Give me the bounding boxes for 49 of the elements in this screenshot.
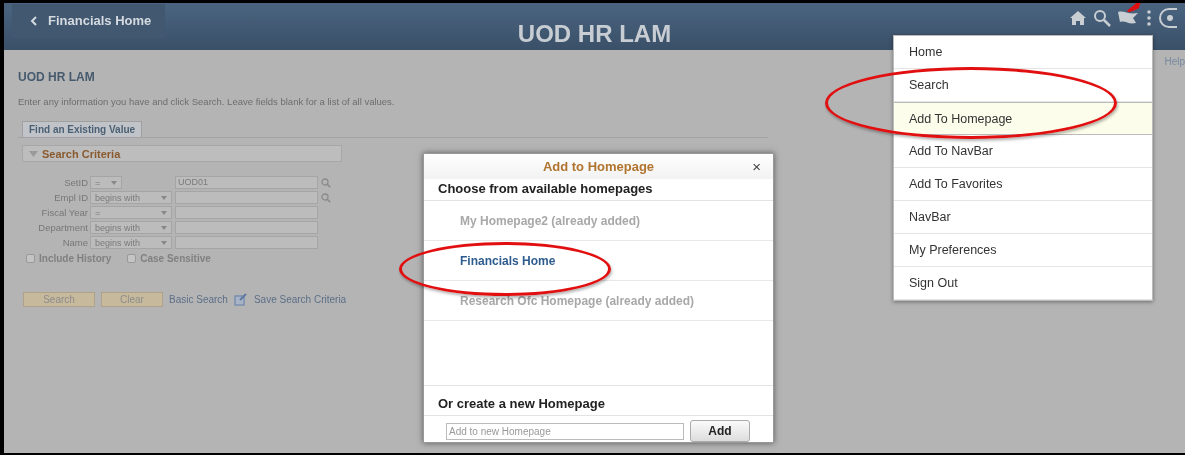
new-homepage-field[interactable]: Add to new Homepage	[446, 422, 684, 440]
dialog-title: Add to Homepage	[542, 159, 655, 174]
search-icon[interactable]	[1093, 8, 1111, 27]
field-label: Empl ID	[53, 192, 89, 203]
value-field[interactable]: UOD01	[175, 176, 318, 189]
flag-icon[interactable]	[1117, 9, 1139, 26]
search-tab[interactable]: Find an Existing Value	[22, 121, 143, 137]
menu-item[interactable]: Home	[894, 36, 1152, 69]
help-link[interactable]: Help	[1164, 56, 1185, 67]
dialog-heading: Choose from available homepages	[424, 179, 773, 201]
operator-select[interactable]: begins with	[90, 191, 172, 204]
menu-item[interactable]: Search	[894, 69, 1152, 102]
menu-item[interactable]: Add To NavBar	[894, 135, 1152, 168]
field-label: Name	[61, 237, 89, 248]
caret-icon	[161, 210, 167, 215]
save-search-link[interactable]: Save Search Criteria	[253, 294, 347, 305]
instructions-text: Enter any information you have and click Search. Leave fields blank for a list of all values.	[18, 96, 396, 107]
more-icon[interactable]	[1145, 8, 1153, 27]
section-title: Search Criteria	[42, 147, 121, 160]
caret-icon	[161, 240, 167, 245]
menu-item[interactable]: Add To Favorites	[894, 168, 1152, 201]
page-header-title: UOD HR LAM	[517, 20, 672, 47]
operator-select[interactable]: =	[90, 176, 122, 189]
operator-select[interactable]: begins with	[90, 236, 172, 249]
caret-icon	[111, 180, 117, 185]
save-icon	[233, 293, 248, 306]
pointer-arrow-icon	[1126, 3, 1142, 12]
field-label: SetID	[63, 177, 89, 188]
section-header[interactable]: Search Criteria	[22, 145, 342, 162]
basic-search-link[interactable]: Basic Search	[169, 294, 228, 305]
homepage-option[interactable]: Financials Home	[460, 253, 556, 268]
navbar-icon[interactable]	[1159, 7, 1177, 28]
page-title: UOD HR LAM	[18, 70, 96, 84]
caret-icon	[161, 195, 167, 200]
operator-select[interactable]: =	[90, 206, 172, 219]
add-button[interactable]: Add	[690, 420, 750, 442]
clear-button[interactable]: Clear	[101, 292, 163, 307]
operator-select[interactable]: begins with	[90, 221, 172, 234]
menu-item[interactable]: Add To Homepage	[894, 102, 1152, 135]
menu-item[interactable]: My Preferences	[894, 234, 1152, 267]
menu-item[interactable]: Sign Out	[894, 267, 1152, 300]
field-label: Department	[37, 222, 89, 233]
chevron-left-icon	[30, 15, 38, 26]
close-button[interactable]: ×	[752, 158, 761, 175]
home-icon[interactable]	[1069, 9, 1087, 26]
menu-item[interactable]: NavBar	[894, 201, 1152, 234]
caret-icon	[161, 225, 167, 230]
new-homepage-heading: Or create a new Homepage	[424, 386, 773, 416]
search-button[interactable]: Search	[23, 292, 95, 307]
